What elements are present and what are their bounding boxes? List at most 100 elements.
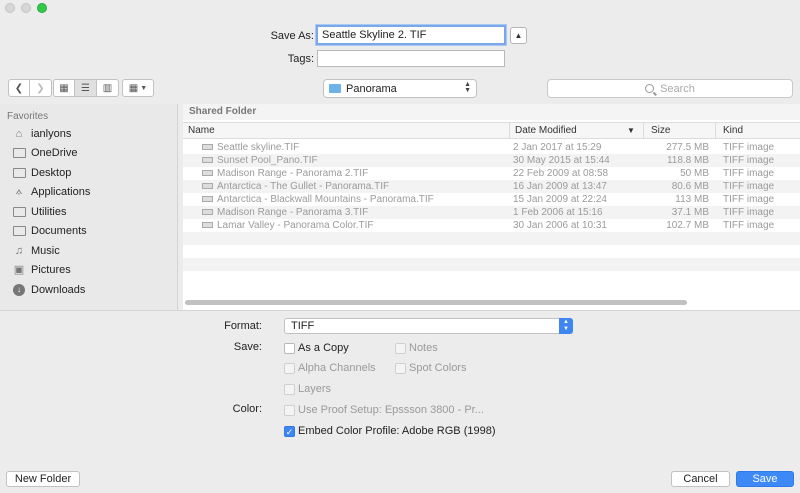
folder-icon [12,205,26,218]
back-button[interactable]: ❮ [8,79,30,97]
file-date: 1 Feb 2006 at 15:16 [513,207,603,218]
file-list: Seattle skyline.TIF 2 Jan 2017 at 15:29 … [183,141,800,271]
close-window-button[interactable] [5,3,15,13]
spot-colors-checkbox[interactable]: Spot Colors [395,362,466,374]
file-kind: TIFF image [723,155,775,166]
sidebar-item-label: Utilities [31,205,67,218]
table-row[interactable]: Antarctica - Blackwall Mountains - Panor… [183,193,800,206]
chevron-left-icon: ❮ [14,82,24,94]
sidebar-item-onedrive[interactable]: OneDrive [12,144,77,161]
tiff-file-icon [202,170,213,176]
table-row[interactable]: Madison Range - Panorama 3.TIF 1 Feb 200… [183,206,800,219]
checkbox-box [284,383,295,395]
format-select[interactable]: TIFF ▲ ▼ [284,318,573,334]
column-name[interactable]: Name [188,125,215,136]
sidebar-item-desktop[interactable]: Desktop [12,164,71,181]
forward-button[interactable]: ❯ [30,79,52,97]
color-options-label: Color: [232,403,262,415]
file-size: 102.7 MB [666,220,709,231]
title-bar [0,0,800,14]
checkbox-box [284,362,295,374]
table-row[interactable]: Sunset Pool_Pano.TIF 30 May 2015 at 15:4… [183,154,800,167]
sidebar-item-label: Downloads [31,283,86,296]
column-size[interactable]: Size [651,125,670,136]
use-proof-setup-checkbox[interactable]: Use Proof Setup: Epssson 3800 - Pr... [284,404,484,416]
sidebar-item-ianlyons[interactable]: ⌂ ianlyons [12,125,72,142]
file-name: Sunset Pool_Pano.TIF [217,155,318,166]
table-row[interactable]: Lamar Valley - Panorama Color.TIF 30 Jan… [183,219,800,232]
file-date: 30 Jan 2006 at 10:31 [513,220,607,231]
file-kind: TIFF image [723,194,775,205]
icon-view-button[interactable]: ▦ [53,79,75,97]
list-view-button[interactable]: ☰ [75,79,97,97]
column-date-modified[interactable]: Date Modified [515,125,577,136]
alpha-channels-checkbox[interactable]: Alpha Channels [284,362,376,374]
column-kind[interactable]: Kind [723,125,743,136]
new-folder-button[interactable]: New Folder [6,471,80,487]
notes-checkbox[interactable]: Notes [395,342,438,354]
save-as-input[interactable]: Seattle Skyline 2. TIF [316,25,506,45]
column-view-button[interactable]: ▥ [97,79,119,97]
columns-icon: ▥ [102,82,113,94]
checkbox-box [284,342,295,354]
back-forward-control: ❮ ❯ [8,79,52,97]
sidebar-item-label: Desktop [31,166,72,179]
file-size: 50 MB [680,168,709,179]
file-size: 37.1 MB [671,207,709,218]
checkbox-label: Spot Colors [409,362,467,374]
file-name: Madison Range - Panorama 2.TIF [217,168,369,179]
layers-checkbox[interactable]: Layers [284,383,331,395]
as-a-copy-checkbox[interactable]: As a Copy [284,342,349,354]
checkbox-label: Alpha Channels [298,362,376,374]
sidebar-heading: Favorites [7,111,49,122]
checkbox-label: As a Copy [298,342,349,354]
up-down-arrows-icon: ▲ ▼ [559,318,573,334]
table-row[interactable]: Madison Range - Panorama 2.TIF 22 Feb 20… [183,167,800,180]
checkbox-box [395,362,406,374]
sidebar-item-applications[interactable]: ⟑ Applications [12,183,91,200]
checkbox-box [284,404,295,416]
arrange-button[interactable]: ▦ ▼ [122,79,154,97]
file-name: Madison Range - Panorama 3.TIF [217,207,369,218]
chevron-down-icon: ▼ [140,84,148,92]
checkbox-label: Embed Color Profile: Adobe RGB (1998) [298,425,496,437]
save-as-label: Save As: [270,30,314,42]
file-date: 2 Jan 2017 at 15:29 [513,142,602,153]
zoom-window-button[interactable] [37,3,47,13]
file-name: Lamar Valley - Panorama Color.TIF [217,220,374,231]
file-date: 22 Feb 2009 at 08:58 [513,168,609,179]
checkmark-icon: ✓ [284,425,295,437]
music-icon: ♫ [14,244,24,257]
sidebar-item-music[interactable]: ♫ Music [12,242,60,259]
documents-icon [12,224,26,237]
save-button[interactable]: Save [736,471,794,487]
search-field[interactable]: Search [547,79,793,98]
sidebar-item-pictures[interactable]: ▣ Pictures [12,261,71,278]
up-down-arrows-icon: ▲ ▼ [464,81,471,94]
sidebar-item-downloads[interactable]: ↓ Downloads [12,281,85,298]
sidebar-item-label: Applications [31,185,91,198]
cancel-button[interactable]: Cancel [671,471,730,487]
sort-descending-icon: ▼ [627,126,635,135]
sidebar-item-documents[interactable]: Documents [12,222,87,239]
location-popup[interactable]: Panorama ▲ ▼ [323,79,477,98]
minimize-window-button[interactable] [21,3,31,13]
options-panel [0,310,800,493]
sidebar-item-label: OneDrive [31,146,78,159]
sidebar-item-label: ianlyons [31,127,72,140]
expand-dialog-button[interactable]: ▲ [510,27,527,44]
embed-color-profile-checkbox[interactable]: ✓ Embed Color Profile: Adobe RGB (1998) [284,425,496,437]
tags-input[interactable] [317,50,505,67]
column-headers: Name Date Modified ▼ Size Kind [183,122,800,139]
applications-icon: ⟑ [15,185,23,197]
checkbox-label: Layers [298,383,332,395]
file-kind: TIFF image [723,207,775,218]
table-row [183,258,800,271]
file-browser: Shared Folder Name Date Modified ▼ Size … [183,104,800,310]
file-size: 113 MB [675,194,709,205]
table-row[interactable]: Antarctica - The Gullet - Panorama.TIF 1… [183,180,800,193]
horizontal-scrollbar[interactable] [185,300,687,305]
home-icon: ⌂ [15,127,23,140]
table-row[interactable]: Seattle skyline.TIF 2 Jan 2017 at 15:29 … [183,141,800,154]
sidebar-item-utilities[interactable]: Utilities [12,203,66,220]
